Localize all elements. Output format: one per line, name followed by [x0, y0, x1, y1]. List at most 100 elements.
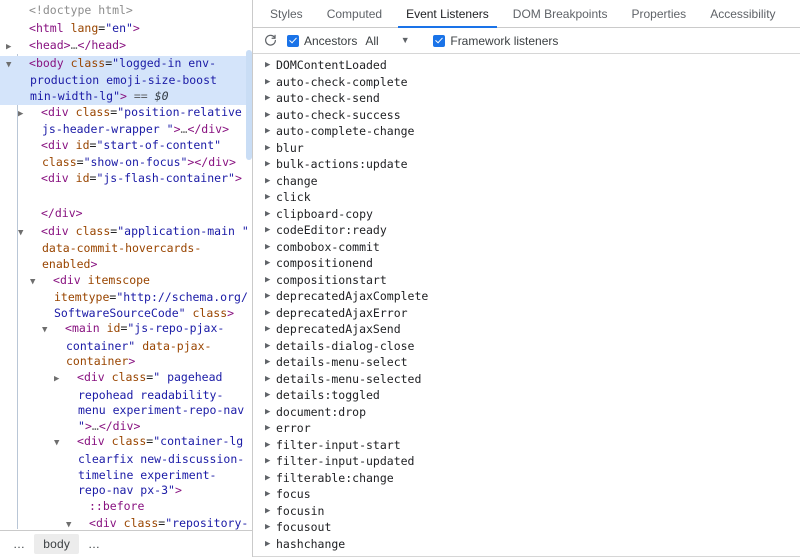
chevron-right-icon[interactable]: ▶	[265, 371, 276, 388]
event-listener-row[interactable]: ▶document:drop	[253, 404, 800, 421]
chevron-right-icon[interactable]: ▶	[30, 107, 41, 123]
dom-tree-node[interactable]: ▼<div itemscope itemtype="http://schema.…	[0, 273, 252, 322]
dom-tree-scrollbar[interactable]	[246, 0, 252, 530]
dom-tree-node[interactable]	[0, 189, 252, 207]
dom-tree-node[interactable]: ::before	[0, 499, 252, 517]
framework-listeners-checkbox[interactable]: Framework listeners	[433, 34, 558, 48]
dom-tree-node[interactable]: ▼<div class="container-lg clearfix new-d…	[0, 434, 252, 498]
event-listener-row[interactable]: ▶focusin	[253, 503, 800, 520]
chevron-right-icon[interactable]: ▶	[265, 107, 276, 124]
chevron-right-icon[interactable]: ▶	[265, 321, 276, 338]
event-listener-row[interactable]: ▶DOMContentLoaded	[253, 57, 800, 74]
chevron-right-icon[interactable]: ▶	[265, 404, 276, 421]
tab-properties[interactable]: Properties	[619, 0, 698, 27]
event-listener-row[interactable]: ▶deprecatedAjaxError	[253, 305, 800, 322]
chevron-right-icon[interactable]: ▶	[265, 338, 276, 355]
chevron-down-icon[interactable]: ▼	[30, 226, 41, 242]
dom-tree-node[interactable]: ▶<head>…</head>	[0, 38, 252, 56]
breadcrumb-item[interactable]: …	[79, 534, 109, 554]
event-listener-row[interactable]: ▶filter-input-updated	[253, 453, 800, 470]
refresh-icon[interactable]	[261, 32, 279, 50]
breadcrumb-item[interactable]: …	[4, 534, 34, 554]
tab-computed[interactable]: Computed	[315, 0, 394, 27]
dom-tree-node[interactable]: <div id="js-flash-container">	[0, 171, 252, 189]
dom-tree-node[interactable]: <html lang="en">	[0, 21, 252, 39]
chevron-right-icon[interactable]: ▶	[265, 420, 276, 437]
dom-tree-node[interactable]: ▶<div class=" pagehead repohead readabil…	[0, 370, 252, 434]
dom-tree-scroll-area[interactable]: <!doctype html> <html lang="en">▶<head>……	[0, 0, 252, 530]
event-listener-row[interactable]: ▶blur	[253, 140, 800, 157]
event-listener-row[interactable]: ▶focus	[253, 486, 800, 503]
chevron-right-icon[interactable]: ▶	[265, 486, 276, 503]
chevron-right-icon[interactable]: ▶	[265, 90, 276, 107]
chevron-right-icon[interactable]: ▶	[265, 453, 276, 470]
chevron-right-icon[interactable]: ▶	[265, 206, 276, 223]
chevron-right-icon[interactable]: ▶	[265, 156, 276, 173]
chevron-right-icon[interactable]: ▶	[265, 288, 276, 305]
chevron-right-icon[interactable]: ▶	[265, 189, 276, 206]
chevron-down-icon[interactable]: ▼	[54, 323, 65, 339]
event-listener-row[interactable]: ▶clipboard-copy	[253, 206, 800, 223]
chevron-right-icon[interactable]: ▶	[265, 140, 276, 157]
chevron-down-icon[interactable]: ▼	[18, 58, 29, 74]
tab-dom-breakpoints[interactable]: DOM Breakpoints	[501, 0, 620, 27]
chevron-right-icon[interactable]: ▶	[265, 387, 276, 404]
dom-tree-node[interactable]: ▼<div class="repository-content ">	[0, 516, 252, 530]
event-listener-row[interactable]: ▶details:toggled	[253, 387, 800, 404]
tab-accessibility[interactable]: Accessibility	[698, 0, 787, 27]
ancestors-checkbox[interactable]: Ancestors	[287, 34, 357, 48]
event-listener-row[interactable]: ▶filter-input-start	[253, 437, 800, 454]
chevron-right-icon[interactable]: ▶	[66, 372, 77, 388]
event-listener-row[interactable]: ▶change	[253, 173, 800, 190]
dom-tree-node[interactable]: ▼<main id="js-repo-pjax-container" data-…	[0, 321, 252, 370]
event-listeners-list[interactable]: ▶DOMContentLoaded▶auto-check-complete▶au…	[253, 54, 800, 557]
event-listener-row[interactable]: ▶bulk-actions:update	[253, 156, 800, 173]
dom-tree-node[interactable]: <!doctype html>	[0, 3, 252, 21]
chevron-right-icon[interactable]: ▶	[265, 305, 276, 322]
event-listener-row[interactable]: ▶hashchange	[253, 536, 800, 553]
event-listener-row[interactable]: ▶details-menu-selected	[253, 371, 800, 388]
chevron-right-icon[interactable]: ▶	[265, 437, 276, 454]
chevron-right-icon[interactable]: ▶	[265, 57, 276, 74]
chevron-right-icon[interactable]: ▶	[265, 536, 276, 553]
chevron-right-icon[interactable]: ▶	[265, 123, 276, 140]
event-listener-row[interactable]: ▶deprecatedAjaxComplete	[253, 288, 800, 305]
chevron-right-icon[interactable]: ▶	[18, 40, 29, 56]
dom-tree-node[interactable]: </div>	[0, 206, 252, 224]
event-listener-row[interactable]: ▶auto-check-success	[253, 107, 800, 124]
chevron-right-icon[interactable]: ▶	[265, 354, 276, 371]
event-listener-row[interactable]: ▶auto-complete-change	[253, 123, 800, 140]
chevron-down-icon[interactable]: ▼	[42, 275, 53, 291]
tab-event-listeners[interactable]: Event Listeners	[394, 0, 501, 27]
event-listener-row[interactable]: ▶focusout	[253, 519, 800, 536]
event-listener-row[interactable]: ▶filterable:change	[253, 470, 800, 487]
dom-tree-node[interactable]: …▼<body class="logged-in env-production …	[0, 56, 252, 105]
chevron-right-icon[interactable]: ▶	[265, 272, 276, 289]
chevron-right-icon[interactable]: ▶	[265, 74, 276, 91]
chevron-down-icon[interactable]: ▼	[66, 436, 77, 452]
event-listener-row[interactable]: ▶compositionstart	[253, 272, 800, 289]
tab-styles[interactable]: Styles	[258, 0, 315, 27]
event-listener-row[interactable]: ▶details-dialog-close	[253, 338, 800, 355]
dom-tree-node[interactable]: <div id="start-of-content" class="show-o…	[0, 138, 252, 171]
dom-tree-scrollbar-thumb[interactable]	[246, 50, 252, 160]
event-listener-row[interactable]: ▶codeEditor:ready	[253, 222, 800, 239]
chevron-right-icon[interactable]: ▶	[265, 239, 276, 256]
dom-tree-node[interactable]: ▼<div class="application-main " data-com…	[0, 224, 252, 273]
event-listener-row[interactable]: ▶error	[253, 420, 800, 437]
event-listener-row[interactable]: ▶details-menu-select	[253, 354, 800, 371]
event-listener-row[interactable]: ▶auto-check-complete	[253, 74, 800, 91]
event-listener-row[interactable]: ▶combobox-commit	[253, 239, 800, 256]
chevron-right-icon[interactable]: ▶	[265, 519, 276, 536]
chevron-right-icon[interactable]: ▶	[265, 470, 276, 487]
chevron-right-icon[interactable]: ▶	[265, 255, 276, 272]
dom-tree-node[interactable]: ▶<div class="position-relative js-header…	[0, 105, 252, 138]
chevron-right-icon[interactable]: ▶	[265, 503, 276, 520]
event-listener-row[interactable]: ▶deprecatedAjaxSend	[253, 321, 800, 338]
event-listener-row[interactable]: ▶auto-check-send	[253, 90, 800, 107]
chevron-down-icon[interactable]: ▼	[78, 518, 89, 530]
event-listener-row[interactable]: ▶compositionend	[253, 255, 800, 272]
chevron-right-icon[interactable]: ▶	[265, 222, 276, 239]
listener-filter-select[interactable]: All ▼	[365, 34, 423, 48]
chevron-right-icon[interactable]: ▶	[265, 173, 276, 190]
